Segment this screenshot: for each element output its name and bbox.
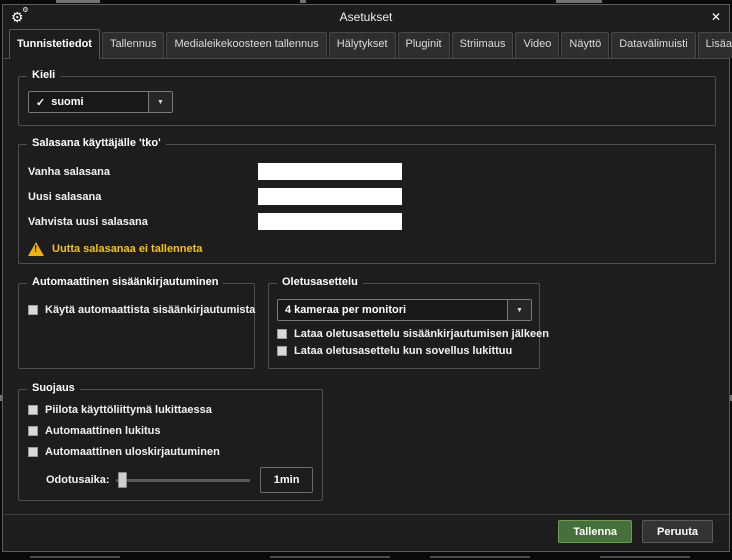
load-layout-on-lock-label: Lataa oletusasettelu kun sovellus lukitt… xyxy=(294,345,513,357)
checkbox-icon[interactable] xyxy=(277,346,287,356)
background-artifact xyxy=(270,556,390,558)
auto-logout-row[interactable]: Automaattinen uloskirjautuminen xyxy=(28,446,313,458)
background-artifact xyxy=(556,0,602,3)
default-layout-select[interactable]: 4 kameraa per monitori ▼ xyxy=(277,299,532,321)
tab-pluginit[interactable]: Pluginit xyxy=(397,32,450,58)
old-password-label: Vanha salasana xyxy=(28,165,110,178)
new-password-label: Uusi salasana xyxy=(28,190,102,203)
background-artifact xyxy=(56,0,100,3)
autologin-legend: Automaattinen sisäänkirjautuminen xyxy=(27,276,224,288)
confirm-password-label: Vahvista uusi salasana xyxy=(28,215,148,228)
default-layout-group: Oletusasettelu 4 kameraa per monitori ▼ … xyxy=(268,276,549,369)
tab-halytykset[interactable]: Hälytykset xyxy=(328,32,396,58)
warning-icon xyxy=(28,242,44,256)
checkbox-icon[interactable] xyxy=(28,305,38,315)
close-icon[interactable]: ✕ xyxy=(711,11,721,23)
old-password-field[interactable] xyxy=(258,163,402,180)
hide-ui-when-locked-label: Piilota käyttöliittymä lukittaessa xyxy=(45,404,212,416)
chevron-down-icon[interactable]: ▼ xyxy=(507,300,531,320)
auto-logout-label: Automaattinen uloskirjautuminen xyxy=(45,446,220,458)
load-layout-on-lock-row[interactable]: Lataa oletusasettelu kun sovellus lukitt… xyxy=(277,345,531,357)
security-legend: Suojaus xyxy=(27,382,80,394)
autologin-checkbox-row[interactable]: Käytä automaattista sisäänkirjautumista xyxy=(28,304,255,316)
new-password-field[interactable] xyxy=(258,188,402,205)
checkmark-icon: ✓ xyxy=(36,96,46,109)
delay-value: 1min xyxy=(260,467,313,493)
tab-medialeikekoosteen-tallennus[interactable]: Medialeikekoosteen tallennus xyxy=(166,32,327,58)
background-artifact xyxy=(600,556,690,558)
load-layout-after-login-row[interactable]: Lataa oletusasettelu sisäänkirjautumisen… xyxy=(277,328,549,340)
language-group: Kieli ✓ suomi ▼ xyxy=(18,69,716,126)
language-legend: Kieli xyxy=(27,69,61,81)
checkbox-icon[interactable] xyxy=(28,447,38,457)
tab-striimaus[interactable]: Striimaus xyxy=(451,32,514,58)
language-select[interactable]: ✓ suomi ▼ xyxy=(28,91,173,113)
checkbox-icon[interactable] xyxy=(277,329,287,339)
checkbox-icon[interactable] xyxy=(28,426,38,436)
checkbox-icon[interactable] xyxy=(28,405,38,415)
tab-tunnistetiedot[interactable]: Tunnistetiedot xyxy=(9,29,100,59)
chevron-down-icon[interactable]: ▼ xyxy=(148,92,172,112)
default-layout-legend: Oletusasettelu xyxy=(277,276,363,288)
cancel-button[interactable]: Peruuta xyxy=(642,520,713,543)
tab-naytto[interactable]: Näyttö xyxy=(561,32,610,58)
background-artifact xyxy=(430,556,530,558)
tab-bar: Tunnistetiedot Tallennus Medialeikekoost… xyxy=(3,29,732,59)
load-layout-after-login-label: Lataa oletusasettelu sisäänkirjautumisen… xyxy=(294,328,549,340)
auto-lock-row[interactable]: Automaattinen lukitus xyxy=(28,425,313,437)
dialog-title: Asetukset xyxy=(339,10,393,24)
password-group: Salasana käyttäjälle 'tko' Vanha salasan… xyxy=(18,137,716,264)
autologin-group: Automaattinen sisäänkirjautuminen Käytä … xyxy=(18,276,255,369)
slider-thumb[interactable] xyxy=(117,472,127,488)
save-button[interactable]: Tallenna xyxy=(558,520,633,543)
auto-lock-label: Automaattinen lukitus xyxy=(45,425,161,437)
language-selected-value: suomi xyxy=(51,96,84,108)
tab-lisaasetukset[interactable]: Lisäasetukset xyxy=(697,32,732,58)
security-group: Suojaus Piilota käyttöliittymä lukittaes… xyxy=(18,382,323,501)
hide-ui-when-locked-row[interactable]: Piilota käyttöliittymä lukittaessa xyxy=(28,404,313,416)
footer: Tallenna Peruuta xyxy=(3,515,729,543)
background-artifact xyxy=(30,556,120,558)
tab-datavalimuisti[interactable]: Datavälimuisti xyxy=(611,32,696,58)
title-bar: ⚙ ⚙ Asetukset ✕ xyxy=(3,5,729,29)
confirm-password-field[interactable] xyxy=(258,213,402,230)
slider-track xyxy=(115,478,251,482)
tab-video[interactable]: Video xyxy=(515,32,560,58)
delay-slider[interactable] xyxy=(115,471,251,489)
default-layout-selected-value: 4 kameraa per monitori xyxy=(285,304,407,316)
tab-tallennus[interactable]: Tallennus xyxy=(101,32,165,58)
delay-label: Odotusaika: xyxy=(46,474,110,486)
password-warning-text: Uutta salasanaa ei tallenneta xyxy=(52,243,203,255)
autologin-checkbox-label: Käytä automaattista sisäänkirjautumista xyxy=(45,304,256,316)
password-legend: Salasana käyttäjälle 'tko' xyxy=(27,137,166,149)
settings-dialog: ⚙ ⚙ Asetukset ✕ Tunnistetiedot Tallennus … xyxy=(2,4,732,552)
background-artifact xyxy=(300,0,306,3)
